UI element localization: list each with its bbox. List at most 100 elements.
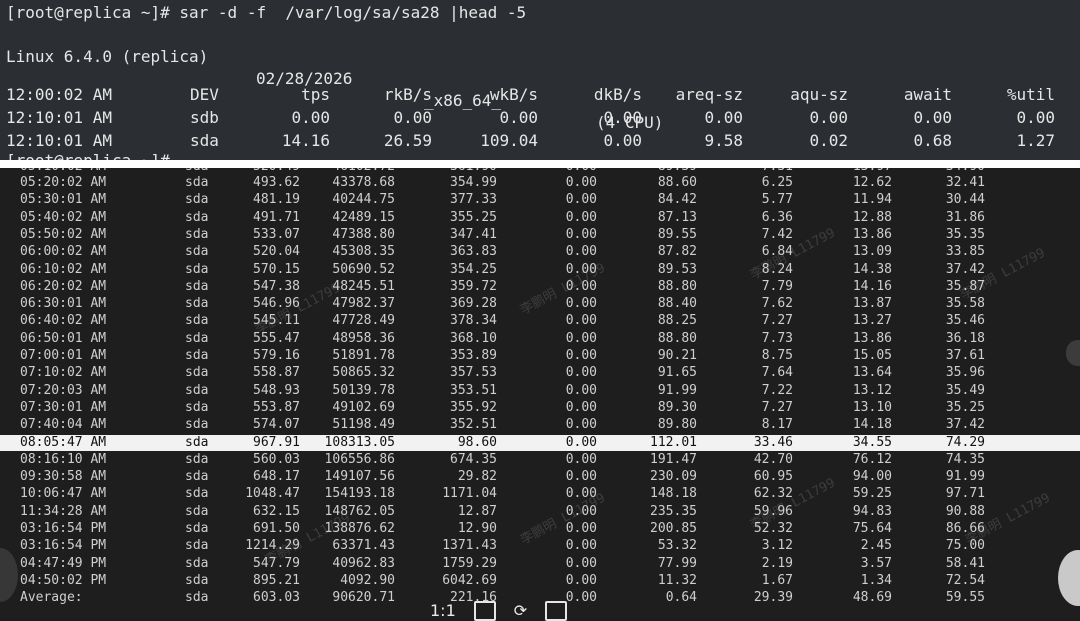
cell-rkbs: 50139.78 xyxy=(332,382,395,398)
cell-dkbs: 0.00 xyxy=(565,330,597,346)
zoom-ratio-button[interactable]: 1:1 xyxy=(430,601,456,620)
cell-areq-sz: 88.60 xyxy=(657,175,697,190)
cell-dkbs: 0.00 xyxy=(565,348,597,363)
cell-dev: sda xyxy=(185,469,209,485)
cell-rkbs: 47388.80 xyxy=(332,226,395,242)
cell-util: 35.49 xyxy=(945,382,985,398)
cell-wkbs: 29.82 xyxy=(457,469,497,485)
cell-dev: sda xyxy=(185,555,209,571)
cell-time: 06:10:02 AM xyxy=(20,261,107,277)
cell-aqu-sz: 8.75 xyxy=(761,348,793,363)
cell-util: 35.35 xyxy=(945,226,985,242)
cell-dev: sda xyxy=(185,209,209,225)
cell-await: 13.27 xyxy=(852,313,892,329)
cell-aqu-sz: 1.67 xyxy=(761,572,793,588)
cell-dkbs: dkB/s xyxy=(593,85,642,104)
table-row: 07:10:02 AM sda 558.87 50865.32 357.53 0.00 91… xyxy=(0,365,1080,381)
cell-await: 12.62 xyxy=(852,175,892,190)
cell-await: 14.18 xyxy=(852,417,892,433)
cell-aqu-sz: 6.36 xyxy=(761,209,793,225)
command-line: [root@replica ~]# sar -d -f /var/log/sa/… xyxy=(6,3,527,22)
cell-util: 72.54 xyxy=(945,572,985,588)
fit-window-icon[interactable] xyxy=(473,600,496,621)
cell-time: 07:00:01 AM xyxy=(20,348,107,363)
cell-dkbs: 0.00 xyxy=(565,382,597,398)
cell-aqu-sz: 7.42 xyxy=(761,226,793,242)
cell-rkbs: 48958.36 xyxy=(332,330,395,346)
screenshot-divider xyxy=(0,160,1080,168)
cell-await: 34.55 xyxy=(852,434,892,450)
cell-wkbs: 354.25 xyxy=(450,261,497,277)
cell-time: 04:47:49 PM xyxy=(20,555,107,571)
cell-areq-sz: 235.35 xyxy=(650,503,697,519)
table-row: 08:16:10 AM sda 560.03 106556.86 674.35 0.00 1… xyxy=(0,452,1080,468)
cell-time: 09:30:58 AM xyxy=(20,469,107,485)
cell-dev: sda xyxy=(185,572,209,588)
terminal-top-panel[interactable]: [root@replica ~]# sar -d -f /var/log/sa/… xyxy=(0,0,1080,160)
cell-dkbs: 0.00 xyxy=(603,131,642,150)
cell-wkbs: 1171.04 xyxy=(442,486,497,502)
cell-tps: 491.71 xyxy=(253,209,300,225)
cell-areq-sz: 87.82 xyxy=(657,244,697,260)
rotate-icon[interactable]: ⟳ xyxy=(514,601,527,620)
cell-aqu-sz: 0.02 xyxy=(809,131,848,150)
cell-aqu-sz: 7.22 xyxy=(761,382,793,398)
cell-tps: 520.49 xyxy=(253,168,300,175)
cell-time: 07:20:03 AM xyxy=(20,382,107,398)
cell-dkbs: 0.00 xyxy=(565,296,597,312)
cell-aqu-sz: 7.64 xyxy=(761,365,793,381)
cell-dev: sda xyxy=(185,244,209,260)
cell-areq-sz: 87.13 xyxy=(657,209,697,225)
table-row: 07:20:03 AM sda 548.93 50139.78 353.51 0.00 91… xyxy=(0,383,1080,399)
cell-await: 13.97 xyxy=(853,168,892,175)
cell-dkbs: 0.00 xyxy=(565,590,597,606)
cell-areq-sz: 91.99 xyxy=(657,382,697,398)
cell-await: 14.16 xyxy=(852,278,892,294)
cell-tps: 579.16 xyxy=(253,348,300,363)
cell-wkbs: 377.33 xyxy=(450,192,497,208)
cell-dkbs: 0.00 xyxy=(565,538,597,554)
cell-time: 06:40:02 AM xyxy=(20,313,107,329)
table-row: 04:47:49 PM sda 547.79 40962.83 1759.29 0.00 7… xyxy=(0,556,1080,572)
cell-await: 13.87 xyxy=(852,296,892,312)
cell-util: 90.88 xyxy=(945,503,985,519)
cell-tps: 14.16 xyxy=(281,131,330,150)
cell-areq-sz: 200.85 xyxy=(650,521,697,536)
cell-util: 37.42 xyxy=(945,417,985,433)
cell-dkbs: 0.00 xyxy=(565,244,597,260)
cell-tps: 558.87 xyxy=(253,365,300,381)
cell-areq-sz: 9.58 xyxy=(704,131,743,150)
table-row: 10:06:47 AM sda 1048.47 154193.18 1171.04 0.0… xyxy=(0,486,1080,502)
cell-time: 12:00:02 AM xyxy=(6,85,112,104)
cell-util: 1.27 xyxy=(1016,131,1055,150)
table-row: 05:40:02 AM sda 491.71 42489.15 355.25 0.00 87… xyxy=(0,210,1080,226)
terminal-lower-panel[interactable]: 05:10:02 AM sda 520.49 46102.72 361.90 0.00 89… xyxy=(0,168,1080,621)
cell-dev: sda xyxy=(185,486,209,502)
cell-dev: sda xyxy=(185,226,209,242)
table-row: 05:20:02 AM sda 493.62 43378.68 354.99 0.00 88… xyxy=(0,175,1080,191)
cell-util: 97.71 xyxy=(945,486,985,502)
cell-tps: 632.15 xyxy=(253,503,300,519)
cell-areq-sz: 91.65 xyxy=(657,365,697,381)
cell-wkbs: 369.28 xyxy=(450,296,497,312)
sysinfo-line: Linux 6.4.0 (replica) 02/28/2026 _x86_64… xyxy=(6,24,663,132)
cell-dkbs: 0.00 xyxy=(565,451,597,467)
cell-dkbs: 0.00 xyxy=(603,108,642,127)
cell-dev: sda xyxy=(185,399,209,415)
cell-wkbs: 368.10 xyxy=(450,330,497,346)
cell-tps: tps xyxy=(301,85,330,104)
cell-util: 36.18 xyxy=(945,330,985,346)
cell-aqu-sz: 7.62 xyxy=(761,296,793,312)
table-row: 07:40:04 AM sda 574.07 51198.49 352.51 0.00 89… xyxy=(0,417,1080,433)
cell-dev: sda xyxy=(185,382,209,398)
cell-tps: 895.21 xyxy=(253,572,300,588)
cell-wkbs: 6042.69 xyxy=(442,572,497,588)
table-row: 03:16:54 PM sda 1214.29 63371.43 1371.43 0.00… xyxy=(0,538,1080,554)
cell-dev: sda xyxy=(185,330,209,346)
save-icon[interactable] xyxy=(545,600,568,621)
cell-time: 06:00:02 AM xyxy=(20,244,107,260)
cell-time: 11:34:28 AM xyxy=(20,503,107,519)
cell-areq-sz: 77.99 xyxy=(657,555,697,571)
cell-dkbs: 0.00 xyxy=(566,168,597,175)
prompt-partial: [root@replica ~]# xyxy=(6,150,170,160)
